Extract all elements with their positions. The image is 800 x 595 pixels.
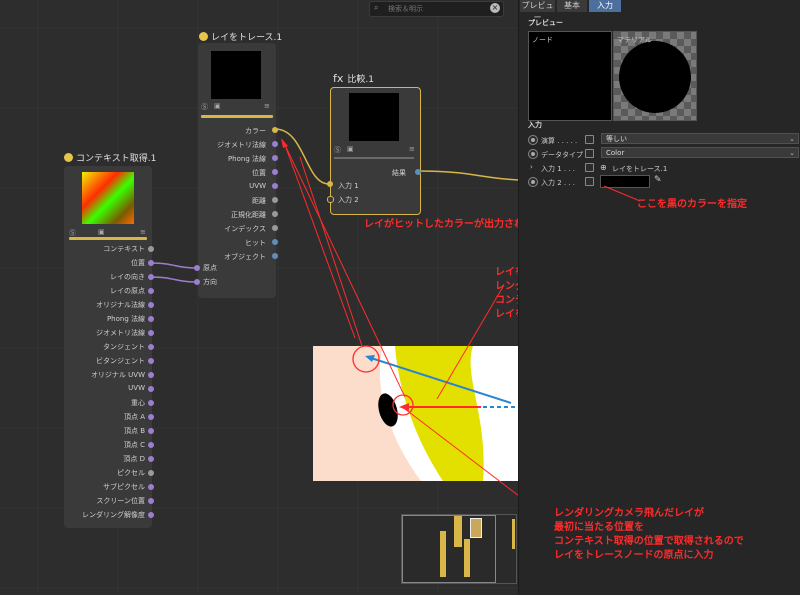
annotation-lines <box>281 138 518 496</box>
ann-line <box>284 144 356 339</box>
annotation-origin-2: 最初に当たる位置を <box>554 522 644 533</box>
ann-line <box>284 144 406 398</box>
attribute-panel: プレビュー 基本 入力 プレビュー ノード マテリアル 入力 演算 . . . … <box>518 0 800 595</box>
node-canvas[interactable]: ⌕ × Ⓢ ▣ ≡ コンテキスト取得.1 コンテキスト 位置 レイの向き レイの… <box>0 0 518 595</box>
annotation-origin-4: レイをトレースノードの原点に入力 <box>554 550 714 561</box>
ann-line-specify <box>603 185 641 202</box>
annotation-direction-1: レイをトレースでトレースする方向は <box>495 267 518 278</box>
ann-circle-hit <box>352 345 380 373</box>
annotation-hit-color: レイがヒットしたカラーが出力される <box>364 219 518 230</box>
annotation-direction-3: コンテキスト取得のレイの向きを <box>495 295 518 306</box>
ann-line-direction <box>436 284 505 400</box>
annotation-direction-4: レイをトレースノードの方向に入力 <box>495 309 518 320</box>
ann-line <box>299 156 363 347</box>
annotation-direction-2: レンダリングのレイと同じにしたいので、 <box>495 281 518 292</box>
ann-line-origin <box>404 408 518 496</box>
ann-arrowhead <box>281 138 288 148</box>
annotation-origin-1: レンダリングカメラ飛んだレイが <box>554 508 704 519</box>
panel-annotation-lines <box>603 185 641 202</box>
annotation-origin-3: コンテキスト取得の位置で取得されるので <box>554 536 744 547</box>
ann-circle-origin <box>392 394 414 416</box>
